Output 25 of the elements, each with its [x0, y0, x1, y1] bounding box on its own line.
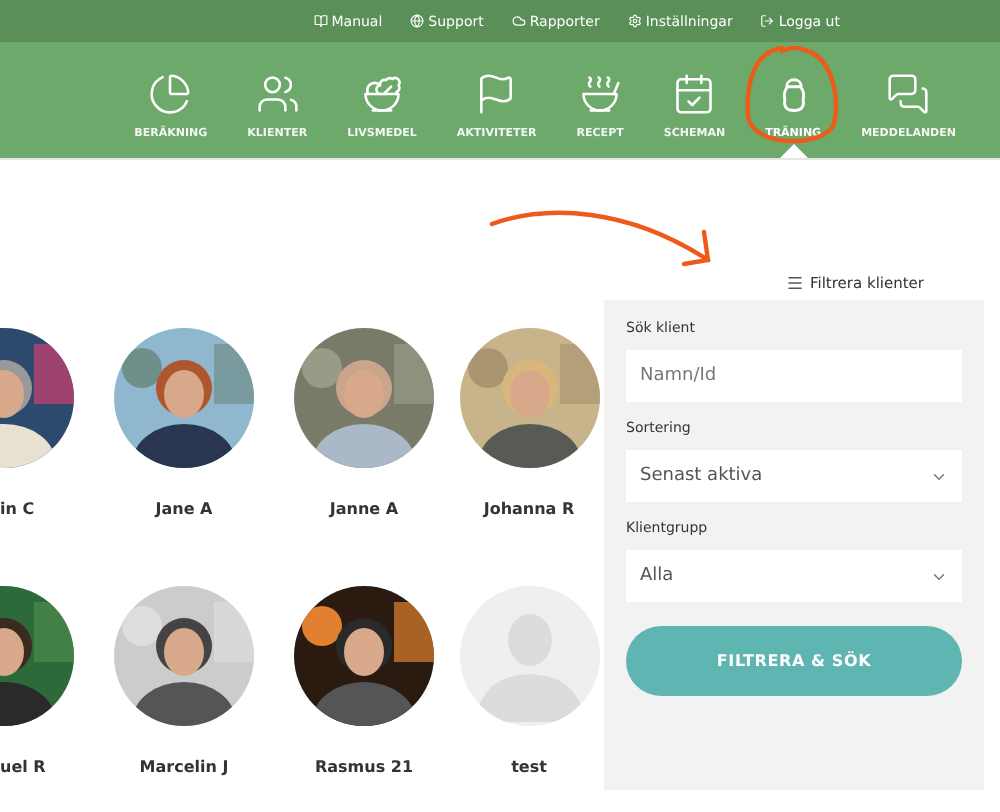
- client-name[interactable]: test: [511, 757, 547, 775]
- filter-button[interactable]: FILTRERA & SÖK: [626, 626, 962, 696]
- globe-icon: [410, 14, 425, 28]
- sort-select[interactable]: Senast aktiva: [626, 450, 962, 502]
- chat-icon: [886, 72, 931, 116]
- client-name[interactable]: Rasmus 21: [314, 757, 414, 775]
- client-name[interactable]: Johanna R: [483, 500, 575, 518]
- client-name[interactable]: Jane A: [155, 500, 213, 518]
- soup-icon: [578, 72, 623, 116]
- pie-chart-icon: [148, 72, 193, 116]
- client-name[interactable]: in C: [0, 500, 35, 518]
- book-icon: [313, 14, 328, 28]
- client-name[interactable]: uel R: [0, 757, 46, 775]
- active-tab-notch: [779, 144, 808, 158]
- client-name[interactable]: Janne A: [329, 500, 399, 518]
- group-select[interactable]: Alla: [626, 550, 962, 602]
- menu-icon: [786, 273, 804, 291]
- client-name[interactable]: Marcelin J: [139, 757, 229, 775]
- bowl-icon: [359, 72, 404, 116]
- logout-icon: [760, 14, 775, 28]
- cloud-icon: [511, 14, 526, 28]
- calendar-icon: [672, 72, 717, 116]
- users-icon: [255, 72, 300, 116]
- search-field[interactable]: Namn/Id: [626, 350, 962, 402]
- settings-icon: [627, 14, 642, 28]
